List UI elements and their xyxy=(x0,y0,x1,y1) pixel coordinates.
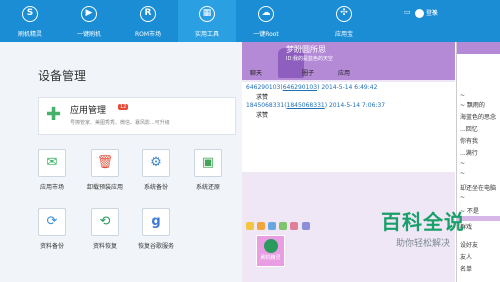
card-description: 号擦管家、美图秀秀、微信、暴风影...可升级 xyxy=(70,120,170,126)
image-icon[interactable] xyxy=(268,222,276,230)
tool-uninstall-preinstalled[interactable]: 🗑 卸载预装应用 xyxy=(82,149,128,191)
backup-icon: ⚙ xyxy=(150,155,162,170)
side-line: 你有我 xyxy=(460,138,479,145)
message-header: 1845068331(1845068331) 2014-5-14 7:06:37 xyxy=(246,102,386,109)
device-management-panel: 设备管理 ✚ 应用管理 12 号擦管家、美图秀秀、微信、暴风影...可升级 ✉ … xyxy=(0,42,242,282)
side-line: ~ xyxy=(460,170,466,177)
nav-item-one-click-root[interactable]: ☁ 一键Root xyxy=(246,0,286,42)
nav-item-app-store[interactable]: ✣ 应用宝 xyxy=(324,0,364,42)
side-line: 海蓝色的思念 xyxy=(460,114,497,121)
side-header xyxy=(457,42,500,54)
side-line: ...回忆 xyxy=(460,126,478,133)
watermark-subtitle: 助你轻松解决 xyxy=(395,239,450,249)
side-line: 友人 xyxy=(460,254,473,261)
chat-tab[interactable]: 聊天 xyxy=(250,68,262,77)
tool-data-restore[interactable]: ⟲ 资料恢复 xyxy=(82,208,128,250)
side-line: ...满行 xyxy=(460,150,478,157)
contact-name: 梦盼圆所思 xyxy=(286,45,326,54)
message-log: 646290103(646290103) 2014-5-14 6:49:42 求… xyxy=(242,82,455,172)
watermark: 百科全说 助你轻松解决 xyxy=(363,210,483,249)
sync-icon: ⟳ xyxy=(46,214,58,229)
pinwheel-icon: ✣ xyxy=(336,6,352,22)
tool-restore-google-services[interactable]: g 恢复谷歌服务 xyxy=(133,208,179,250)
nav-item-one-click-flash[interactable]: ▶ 一键刷机 xyxy=(60,0,118,42)
card-title: 应用管理 xyxy=(70,106,107,116)
tool-data-backup[interactable]: ⟳ 资料备份 xyxy=(29,208,75,250)
shield-icon: S xyxy=(22,6,38,22)
message-text: 求赞 xyxy=(256,112,269,119)
tool-system-backup[interactable]: ⚙ 系统备份 xyxy=(133,149,179,191)
nav-item-shuaji-jingling[interactable]: S 刷机精灵 xyxy=(0,0,60,42)
update-count-badge: 12 xyxy=(118,104,129,110)
google-icon: g xyxy=(151,214,161,229)
side-line: 名单 xyxy=(460,266,473,273)
contact-signature: ID:我的是蓝色的天空 xyxy=(286,56,334,62)
grid-icon: ▦ xyxy=(199,6,215,22)
nav-item-tools[interactable]: ▦ 实用工具 xyxy=(178,0,236,42)
shuaji-app-chip[interactable]: 刷机精灵 xyxy=(256,235,285,267)
history-icon: ⟲ xyxy=(99,214,111,229)
trash-icon: 🗑 xyxy=(96,155,114,170)
apps-tab[interactable]: 应用 xyxy=(338,68,350,77)
rom-icon: R xyxy=(140,6,156,22)
message-icon: ✉ xyxy=(46,155,58,170)
font-icon[interactable] xyxy=(246,222,254,230)
shuaji-logo-icon xyxy=(263,239,278,253)
side-line: ~ 飘雨的 xyxy=(460,102,485,109)
tool-app-market[interactable]: ✉ 应用市场 xyxy=(29,149,75,191)
side-line: ~ xyxy=(460,92,466,99)
window-controls[interactable]: ▭ ─ ✕ xyxy=(404,8,440,16)
nav-item-rom-market[interactable]: R ROM市场 xyxy=(118,0,178,42)
watermark-title: 百科全说 xyxy=(381,210,465,234)
side-line: ~ xyxy=(460,194,466,201)
puzzle-icon: ✚ xyxy=(46,104,62,125)
message-header: 646290103(646290103) 2014-5-14 6:49:42 xyxy=(246,84,378,91)
cursor-icon: ▶ xyxy=(81,6,97,22)
circle-tab[interactable]: 圈子 xyxy=(302,68,314,77)
page-title: 设备管理 xyxy=(38,69,87,83)
cloud-icon: ☁ xyxy=(258,6,274,22)
top-navigation-bar: S 刷机精灵 ▶ 一键刷机 R ROM市场 ▦ 实用工具 ☁ 一键Root ✣ … xyxy=(0,0,500,42)
message-text: 求赞 xyxy=(256,94,269,101)
chat-toolbar: 聊天 圈子 应用 xyxy=(242,68,455,80)
more-icon[interactable] xyxy=(302,222,310,230)
screenshot-icon[interactable] xyxy=(279,222,287,230)
app-management-card[interactable]: ✚ 应用管理 12 号擦管家、美图秀秀、微信、暴风影...可升级 xyxy=(38,97,236,135)
side-line: ~ xyxy=(460,160,466,167)
gift-icon[interactable] xyxy=(290,222,298,230)
emoji-icon[interactable] xyxy=(257,222,265,230)
tool-system-restore[interactable]: ▣ 系统还原 xyxy=(185,149,231,191)
side-line: 却还坐在电脑 xyxy=(460,185,497,192)
restore-icon: ▣ xyxy=(201,155,215,170)
